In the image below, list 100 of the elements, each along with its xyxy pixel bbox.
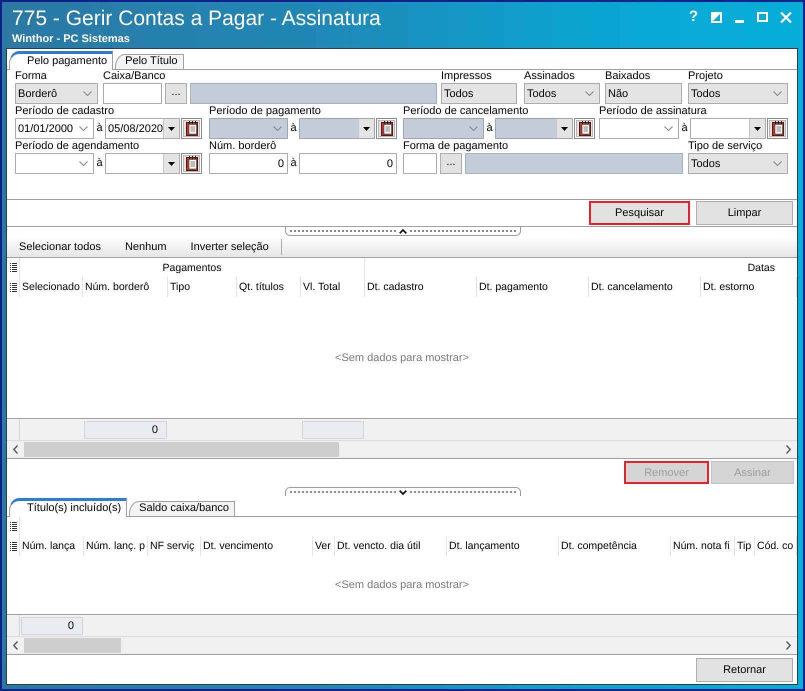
column-header[interactable]: Selecionado xyxy=(20,277,83,297)
list-icon[interactable] xyxy=(10,282,16,292)
tab[interactable]: Pelo Título xyxy=(115,54,184,69)
field-label: Forma de pagamento xyxy=(403,140,508,153)
maximize-icon[interactable] xyxy=(757,12,768,22)
date-field[interactable]: 05/08/2020 xyxy=(105,118,180,139)
chevron-up-icon xyxy=(399,228,407,234)
column-header[interactable]: Núm. nota fi xyxy=(671,536,735,556)
column-header[interactable]: Tipo xyxy=(168,277,237,297)
range-separator: à xyxy=(289,121,298,136)
splitter-handle[interactable] xyxy=(285,487,521,496)
browse-button[interactable]: ... xyxy=(165,83,187,104)
calendar-button[interactable] xyxy=(574,118,595,139)
splitter-handle[interactable] xyxy=(285,227,521,236)
column-header[interactable]: Tip xyxy=(735,536,755,556)
empty-message: <Sem dados para mostrar> xyxy=(335,579,469,591)
field-label: Período de cadastro xyxy=(15,105,114,118)
column-header[interactable]: Dt. vencimento xyxy=(201,536,313,556)
column-header[interactable]: Dt. competência xyxy=(559,536,671,556)
column-header[interactable]: Núm. lanç. p xyxy=(84,536,148,556)
dropdown-button[interactable] xyxy=(163,154,179,173)
field-label: Tipo de serviço xyxy=(688,140,762,153)
chevron-down-icon xyxy=(773,91,782,96)
date-field[interactable] xyxy=(599,118,679,139)
date-field[interactable]: 01/01/2000 xyxy=(15,118,94,139)
dropdown[interactable]: Todos xyxy=(688,83,788,104)
calendar-button[interactable] xyxy=(767,118,788,139)
column-header[interactable]: Núm. borderô xyxy=(83,277,168,297)
window-subtitle: Winthor - PC Sistemas xyxy=(12,33,130,46)
chevron-down-icon xyxy=(469,126,478,131)
return-button[interactable]: Retornar xyxy=(696,658,793,682)
dropdown[interactable]: Todos xyxy=(524,83,600,104)
contrast-icon[interactable] xyxy=(711,12,722,22)
column-header[interactable]: Qt. títulos xyxy=(237,277,301,297)
calendar-button[interactable] xyxy=(181,153,202,174)
column-header[interactable]: NF serviç xyxy=(148,536,201,556)
scrollbar-thumb[interactable] xyxy=(24,442,340,457)
column-header[interactable]: Dt. pagamento xyxy=(477,277,589,297)
calendar-icon xyxy=(578,121,590,136)
chevron-left-icon[interactable] xyxy=(13,641,18,650)
tab[interactable]: Pelo pagamento xyxy=(9,51,114,70)
column-header[interactable]: Ver xyxy=(313,536,335,556)
browse-button[interactable]: ... xyxy=(440,153,462,174)
toolbar-button[interactable]: Nenhum xyxy=(112,237,179,257)
column-header[interactable]: Dt. cancelamento xyxy=(589,277,701,297)
range-separator: à xyxy=(289,156,298,171)
chevron-left-icon[interactable] xyxy=(13,445,18,454)
dropdown-button[interactable] xyxy=(163,119,180,138)
calendar-icon xyxy=(380,121,392,136)
search-button[interactable]: Pesquisar xyxy=(589,201,690,225)
field-label: Projeto xyxy=(688,70,723,83)
scrollbar-thumb[interactable] xyxy=(24,638,121,653)
readonly-field: Não xyxy=(605,83,682,104)
input-field[interactable]: 0 xyxy=(299,153,397,174)
summary-cell: 0 xyxy=(21,616,83,634)
column-header[interactable]: Dt. cadastro xyxy=(365,277,477,297)
list-icon[interactable] xyxy=(10,263,16,272)
field-label: Período de agendamento xyxy=(15,140,140,153)
calendar-button[interactable] xyxy=(376,118,397,139)
column-header[interactable]: Dt. vencto. dia útil xyxy=(335,536,447,556)
tab[interactable]: Saldo caixa/banco xyxy=(129,501,236,516)
date-field[interactable] xyxy=(105,153,180,174)
range-separator: à xyxy=(95,156,104,171)
clear-button[interactable]: Limpar xyxy=(696,201,793,225)
input-field[interactable] xyxy=(103,83,162,104)
chevron-down-icon xyxy=(585,91,594,96)
caret-down-icon xyxy=(754,126,761,130)
input-field[interactable]: 0 xyxy=(209,153,288,174)
calendar-button[interactable] xyxy=(181,118,202,139)
dropdown-button[interactable] xyxy=(749,119,765,138)
band-header: Pagamentos xyxy=(162,262,222,274)
horizontal-scrollbar[interactable] xyxy=(7,440,797,458)
dropdown[interactable]: Borderô xyxy=(15,83,98,104)
column-header[interactable]: Dt. lançamento xyxy=(447,536,559,556)
column-header[interactable]: Núm. lança xyxy=(20,536,84,556)
chevron-down-icon xyxy=(79,161,88,166)
chevron-down-icon xyxy=(79,126,88,131)
toolbar-button[interactable]: Selecionar todos xyxy=(7,237,113,257)
tab[interactable]: Título(s) incluído(s) xyxy=(9,498,128,517)
chevron-down-icon xyxy=(273,126,282,131)
date-field[interactable] xyxy=(15,153,94,174)
range-separator: à xyxy=(95,121,104,136)
list-icon[interactable] xyxy=(10,542,16,550)
column-header[interactable]: Dt. estorno xyxy=(701,277,797,297)
list-icon[interactable] xyxy=(10,522,16,531)
input-field[interactable] xyxy=(403,153,437,174)
dropdown[interactable]: Todos xyxy=(688,153,788,174)
chevron-right-icon[interactable] xyxy=(786,641,791,650)
chevron-right-icon[interactable] xyxy=(786,445,791,454)
field-label: Assinados xyxy=(524,70,575,83)
chevron-down-icon xyxy=(664,126,673,131)
summary-cell: 0 xyxy=(84,420,167,438)
toolbar-button[interactable]: Inverter seleção xyxy=(178,237,281,257)
date-field[interactable] xyxy=(690,118,766,139)
horizontal-scrollbar[interactable] xyxy=(7,636,797,654)
field-label: Forma xyxy=(15,70,47,83)
column-header[interactable]: Vl. Total xyxy=(301,277,365,297)
field-label: Caixa/Banco xyxy=(103,70,166,83)
column-header[interactable]: Cód. co xyxy=(755,536,797,556)
close-icon[interactable] xyxy=(780,12,792,22)
